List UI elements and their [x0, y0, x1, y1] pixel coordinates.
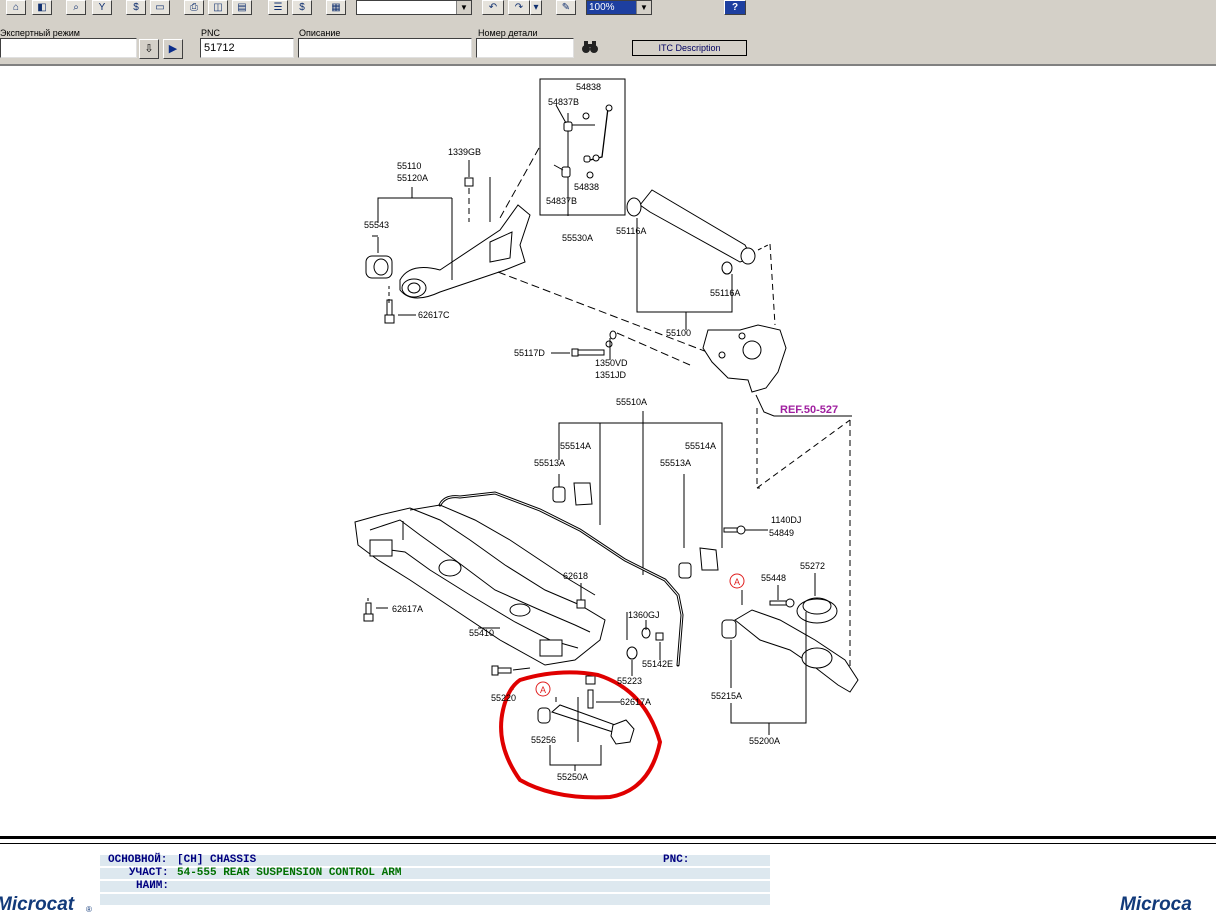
callout-55220[interactable]: 55220: [491, 693, 516, 703]
filter-icon[interactable]: Y: [92, 0, 112, 15]
chevron-down-icon: ▼: [456, 1, 471, 14]
callout-55256[interactable]: 55256: [531, 735, 556, 745]
print-preview-icon[interactable]: ◫: [208, 0, 228, 15]
reference-link[interactable]: REF.50-527: [780, 404, 838, 416]
callout-1350vd[interactable]: 1350VD: [595, 358, 628, 368]
note-icon[interactable]: ▤: [232, 0, 252, 15]
binoculars-icon[interactable]: [580, 39, 600, 59]
callout-55514a[interactable]: 55514A: [560, 441, 591, 451]
callout-55543[interactable]: 55543: [364, 220, 389, 230]
info-band: [100, 881, 770, 892]
callout-62617a[interactable]: 62617A: [392, 604, 423, 614]
zoom-value: 100%: [589, 2, 615, 13]
chevron-down-icon: ▼: [636, 1, 651, 14]
help-icon[interactable]: ?: [724, 0, 746, 15]
main-group-value: [CH] CHASSIS: [177, 854, 257, 866]
search-icon[interactable]: ⌕: [66, 0, 86, 15]
callout-1360gj[interactable]: 1360GJ: [628, 610, 660, 620]
toolbar: ⌂ ◧ ⌕ Y $ ▭ ⎙ ◫ ▤ ☰ $ ▦ ▼ ↶ ↷ ▾ ✎ 100% ▼…: [0, 0, 1216, 66]
callout-55250a[interactable]: 55250A: [557, 772, 588, 782]
main-group-label: ОСНОВНОЙ:: [108, 854, 168, 866]
callout-62618[interactable]: 62618: [563, 571, 588, 581]
zoom-select[interactable]: 100% ▼: [586, 0, 652, 15]
callout-55120a[interactable]: 55120A: [397, 173, 428, 183]
section-value: 54-555 REAR SUSPENSION CONTROL ARM: [177, 867, 402, 879]
home-icon[interactable]: ⌂: [6, 0, 26, 15]
redo-icon[interactable]: ↷: [508, 0, 530, 15]
callout-55116a[interactable]: 55116A: [616, 226, 646, 236]
callout-55272[interactable]: 55272: [800, 561, 825, 571]
pnc-input[interactable]: 51712: [200, 38, 294, 58]
callout-55142e[interactable]: 55142E: [642, 659, 673, 669]
callout-55117d[interactable]: 55117D: [514, 348, 545, 358]
price-icon[interactable]: $: [126, 0, 146, 15]
part-number-label: Номер детали: [478, 28, 538, 38]
callout-55514a[interactable]: 55514A: [685, 441, 716, 451]
callout-54838[interactable]: 54838: [576, 82, 601, 92]
callout-55513a[interactable]: 55513A: [534, 458, 565, 468]
callout-1339gb[interactable]: 1339GB: [448, 147, 481, 157]
callout-62617c[interactable]: 62617C: [418, 310, 450, 320]
callout-54849[interactable]: 54849: [769, 528, 794, 538]
callout-55513a[interactable]: 55513A: [660, 458, 691, 468]
callout-54837b[interactable]: 54837B: [548, 97, 579, 107]
search-mode-input[interactable]: [0, 38, 137, 58]
marker-a: A: [540, 685, 546, 695]
marker-a: A: [734, 577, 740, 587]
pnc-label: PNC: [201, 28, 221, 38]
callout-54837b[interactable]: 54837B: [546, 196, 577, 206]
callout-1351jd[interactable]: 1351JD: [595, 370, 627, 380]
info-band: [100, 894, 770, 905]
print-icon[interactable]: ⎙: [184, 0, 204, 15]
callout-55116a[interactable]: 55116A: [710, 288, 740, 298]
part-number-input[interactable]: [476, 38, 574, 58]
monitor-icon[interactable]: ▭: [150, 0, 170, 15]
callout-55110[interactable]: 55110: [397, 161, 421, 171]
undo-icon[interactable]: ↶: [482, 0, 504, 15]
callout-55215a[interactable]: 55215A: [711, 691, 742, 701]
callout-55530a[interactable]: 55530A: [562, 233, 593, 243]
search-mode-label: Экспертный режим: [0, 28, 80, 38]
callout-55200a[interactable]: 55200A: [749, 736, 780, 746]
list-icon[interactable]: ☰: [268, 0, 288, 15]
description-input[interactable]: [298, 38, 472, 58]
callout-55223[interactable]: 55223: [617, 676, 642, 686]
document-icon[interactable]: ▦: [326, 0, 346, 15]
callout-55410[interactable]: 55410: [469, 628, 494, 638]
parts-diagram: 54838 54837B 54838 54837B 55530A 1339GB …: [354, 78, 859, 800]
section-label: УЧАСТ:: [129, 867, 169, 879]
callout-1140dj[interactable]: 1140DJ: [771, 515, 801, 525]
redo-dropdown-icon[interactable]: ▾: [530, 0, 542, 15]
itc-description-button[interactable]: ITC Description: [632, 40, 747, 56]
catalog-select[interactable]: ▼: [356, 0, 472, 15]
download-icon[interactable]: ⇩: [139, 39, 159, 59]
back-icon[interactable]: ◧: [32, 0, 52, 15]
separator: [0, 843, 1216, 844]
go-icon[interactable]: ▶: [163, 39, 183, 59]
price-list-icon[interactable]: $: [292, 0, 312, 15]
callout-54838[interactable]: 54838: [574, 182, 599, 192]
pnc-info-label: PNC:: [663, 854, 690, 866]
comment-icon[interactable]: ✎: [556, 0, 576, 15]
description-label: Описание: [299, 28, 341, 38]
name-label: НАИМ:: [136, 880, 170, 892]
callout-55448[interactable]: 55448: [761, 573, 786, 583]
callout-62617a[interactable]: 62617A: [620, 697, 651, 707]
info-panel: ОСНОВНОЙ: [CH] CHASSIS PNC: УЧАСТ: 54-55…: [0, 848, 1216, 915]
callout-55100[interactable]: 55100: [666, 328, 691, 338]
callout-55510a[interactable]: 55510A: [616, 397, 647, 407]
separator: [0, 836, 1216, 839]
